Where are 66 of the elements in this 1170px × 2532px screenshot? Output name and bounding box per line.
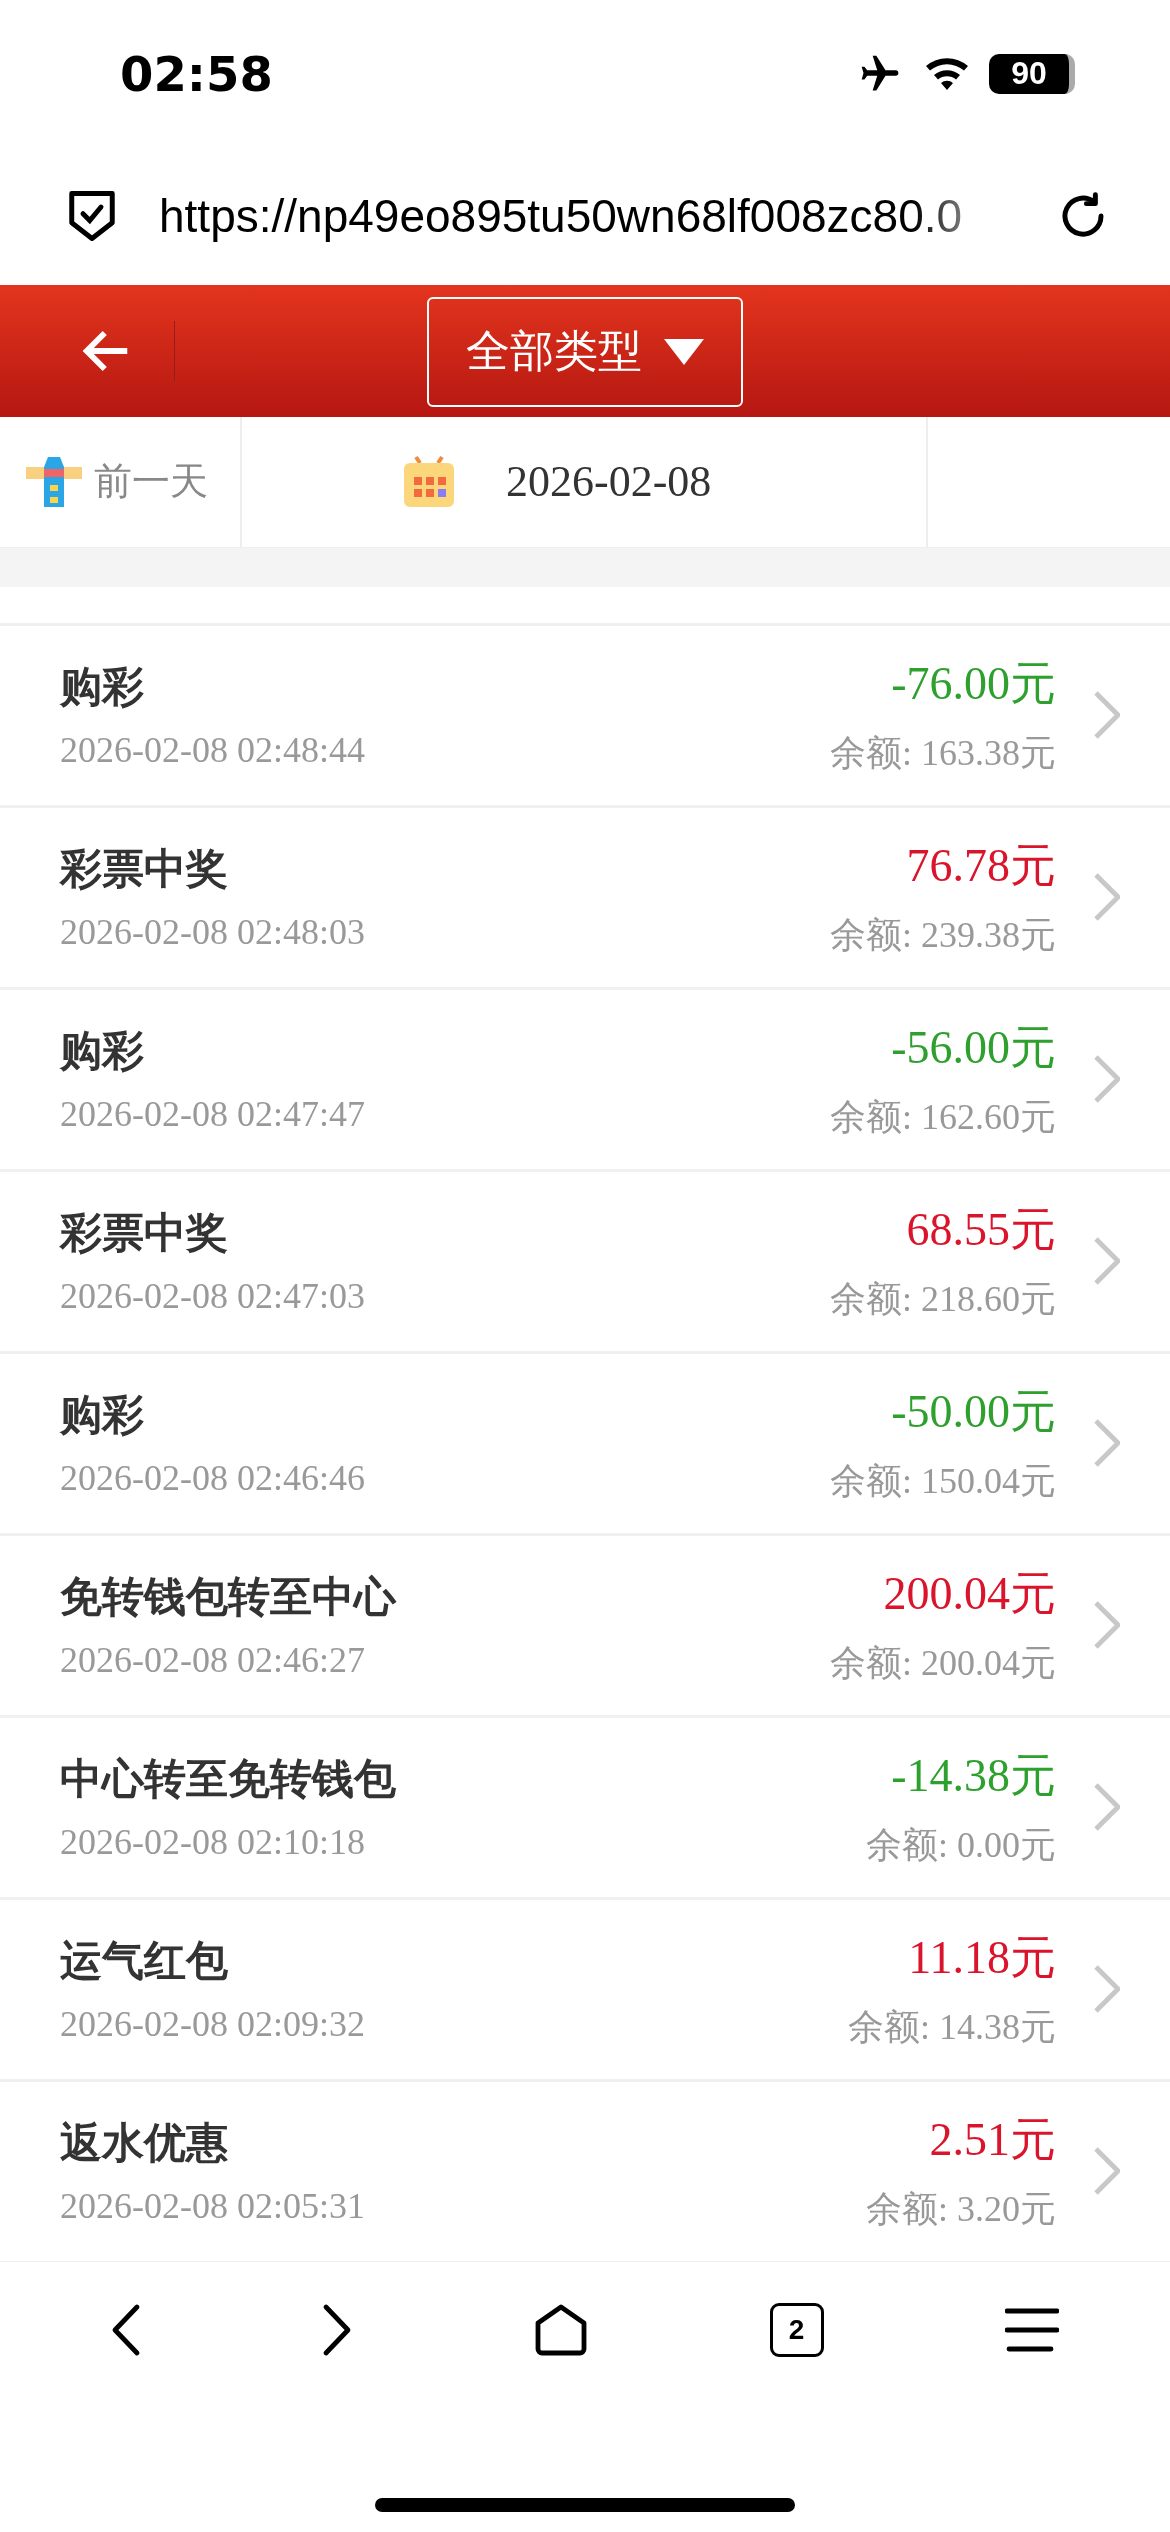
chevron-right-icon [1094, 1601, 1120, 1650]
transaction-time: 2026-02-08 02:47:03 [60, 1275, 366, 1318]
transaction-amount: -76.00元 [891, 656, 1056, 711]
battery-icon: 90 [989, 53, 1075, 94]
transaction-row[interactable]: 返水优惠 2026-02-08 02:05:31 2.51元 余额: 3.20元 [0, 2078, 1170, 2261]
transaction-title: 中心转至免转钱包 [60, 1753, 397, 1806]
transaction-amount: -14.38元 [891, 1748, 1056, 1803]
transaction-title: 运气红包 [60, 1935, 229, 1988]
balance-text: 余额: 0.00元 [866, 1823, 1056, 1867]
transaction-title: 购彩 [60, 661, 145, 714]
caret-icon [664, 338, 704, 365]
transaction-time: 2026-02-08 02:09:32 [60, 2003, 366, 2046]
back-icon[interactable] [110, 2303, 141, 2358]
chevron-right-icon [1094, 1237, 1120, 1286]
transaction-row[interactable]: 免转钱包转至中心 2026-02-08 02:46:27 200.04元 余额: 200.04元 [0, 1532, 1170, 1715]
transaction-row[interactable]: 购彩 2026-02-08 02:46:46 -50.00元 余额: 150.04元 [0, 1350, 1170, 1533]
transaction-title: 返水优惠 [60, 2117, 229, 2170]
chevron-right-icon [1094, 1419, 1120, 1468]
transaction-row[interactable]: 购彩 2026-02-08 02:48:44 -76.00元 余额: 163.38元 [0, 622, 1170, 805]
transaction-row[interactable]: 中心转至免转钱包 2026-02-08 02:10:18 -14.38元 余额: 0.00元 [0, 1714, 1170, 1897]
transaction-time: 2026-02-08 02:47:47 [60, 1093, 366, 1136]
forward-icon[interactable] [322, 2303, 353, 2358]
balance-text: 余额: 239.38元 [830, 913, 1056, 957]
balance-text: 余额: 162.60元 [830, 1095, 1056, 1139]
transaction-time: 2026-02-08 02:46:27 [60, 1639, 366, 1682]
transaction-title: 彩票中奖 [60, 843, 229, 896]
chevron-right-icon [1094, 1055, 1120, 1104]
transaction-title: 彩票中奖 [60, 1207, 229, 1260]
chevron-right-icon [1094, 2147, 1120, 2196]
date-field[interactable]: 2026-02-08 [506, 456, 712, 508]
transaction-title: 购彩 [60, 1389, 145, 1442]
transaction-time: 2026-02-08 02:46:46 [60, 1457, 366, 1500]
chevron-right-icon [1094, 691, 1120, 740]
transaction-row[interactable]: 彩票中奖 2026-02-08 02:48:03 76.78元 余额: 239.38元 [0, 804, 1170, 987]
balance-text: 余额: 218.60元 [830, 1277, 1056, 1321]
transaction-amount: 76.78元 [906, 838, 1056, 893]
transaction-amount: 200.04元 [883, 1566, 1056, 1621]
transaction-amount: -50.00元 [891, 1384, 1056, 1439]
chevron-right-icon [1094, 1783, 1120, 1832]
balance-text: 余额: 14.38元 [848, 2005, 1056, 2049]
status-time: 02:58 [120, 45, 273, 102]
balance-text: 余额: 163.38元 [830, 731, 1056, 775]
balance-text: 余额: 200.04元 [830, 1641, 1056, 1685]
transaction-row[interactable]: 彩票中奖 2026-02-08 02:47:03 68.55元 余额: 218.60元 [0, 1168, 1170, 1351]
transaction-time: 2026-02-08 02:48:03 [60, 911, 366, 954]
balance-text: 余额: 150.04元 [830, 1459, 1056, 1503]
menu-icon[interactable] [1005, 2307, 1060, 2354]
transaction-time: 2026-02-08 02:10:18 [60, 1821, 366, 1864]
chevron-right-icon [1094, 1965, 1120, 2014]
chevron-right-icon [1094, 873, 1120, 922]
transaction-amount: 68.55元 [906, 1202, 1056, 1257]
url-text[interactable]: https://np49eo895tu50wn68lf008zc80.0 [159, 188, 1016, 243]
home-icon[interactable] [534, 2303, 588, 2358]
transaction-row[interactable]: 购彩 2026-02-08 02:47:47 -56.00元 余额: 162.60元 [0, 986, 1170, 1169]
transaction-title: 购彩 [60, 1025, 145, 1078]
transaction-title: 免转钱包转至中心 [60, 1571, 398, 1624]
calendar-icon [402, 454, 456, 509]
balance-text: 余额: 3.20元 [866, 2187, 1056, 2231]
transaction-time: 2026-02-08 02:48:44 [60, 729, 366, 772]
type-filter-dropdown[interactable]: 全部类型 [427, 296, 743, 407]
transaction-time: 2026-02-08 02:05:31 [60, 2185, 366, 2228]
transaction-amount: -56.00元 [891, 1020, 1056, 1075]
transaction-row[interactable]: 运气红包 2026-02-08 02:09:32 11.18元 余额: 14.38元 [0, 1896, 1170, 2079]
transaction-amount: 11.18元 [908, 1930, 1056, 1985]
transaction-amount: 2.51元 [929, 2112, 1056, 2167]
tabs-button[interactable]: 2 [769, 2303, 824, 2358]
